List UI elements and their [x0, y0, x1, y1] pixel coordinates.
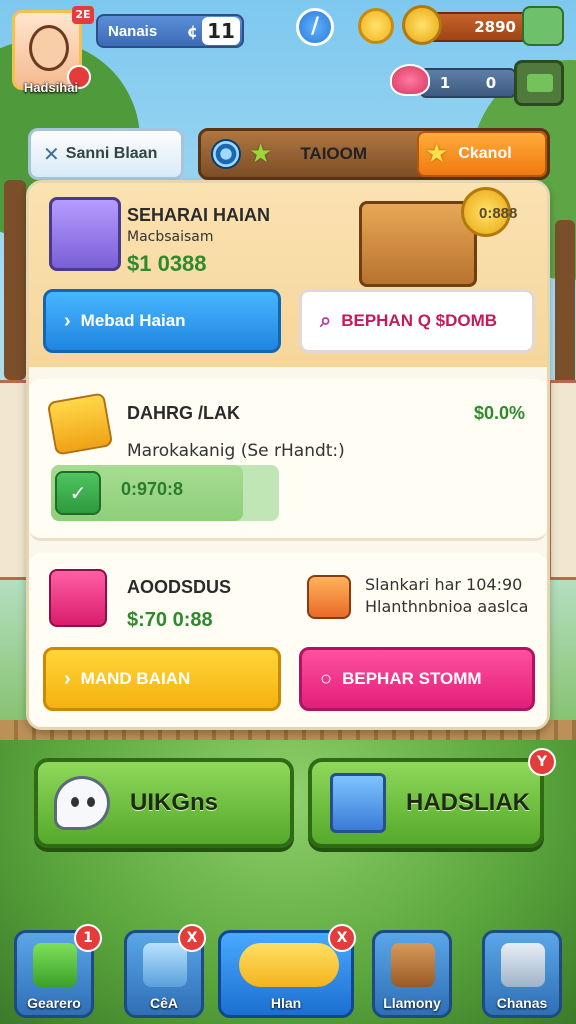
player-name-bar[interactable]: Nanais ¢ 11 — [96, 14, 244, 48]
tab-active[interactable]: ★ Ckanol — [417, 131, 547, 177]
mebad-haian-button[interactable]: › Mebad Haian — [43, 289, 281, 353]
card1-btn-secondary-label: BEPHAN Q $DOMB — [341, 311, 498, 330]
card1-title: SEHARAI HAIAN — [127, 205, 271, 225]
star-icon: ★ — [249, 139, 273, 169]
circle-icon: ○ — [320, 667, 333, 690]
job-card-3: AOODSDUS $:70 0:88 Slankari har 104:90 H… — [29, 553, 547, 727]
target-icon[interactable] — [211, 139, 241, 169]
nav-label-1: CêA — [149, 995, 178, 1011]
tab-active-label: Ckanol — [458, 145, 512, 162]
toolkit-icon — [330, 773, 386, 833]
gem-count-right: 0 — [485, 74, 497, 92]
job-card-1: SEHARAI HAIAN Macbsaisam $1 0388 0:888 ›… — [29, 183, 547, 367]
nav-badge-1: X — [178, 924, 206, 952]
card3-info-line1: Slankari har 104:90 — [365, 575, 523, 594]
card2-money: $0.0% — [473, 403, 525, 423]
pen-icon — [33, 943, 77, 987]
ghost-chat-icon — [54, 776, 110, 830]
avatar-face — [29, 25, 69, 71]
treasure-crate-icon — [359, 201, 477, 287]
wrench-icon — [501, 943, 545, 987]
progress-value: 0:970:8 — [121, 479, 184, 499]
hadsliak-notification-badge: Y — [528, 748, 556, 776]
job-panel: SEHARAI HAIAN Macbsaisam $1 0388 0:888 ›… — [26, 180, 550, 730]
bephar-stomm-button[interactable]: ○ BEPHAR STOMM — [299, 647, 535, 711]
check-icon: ✓ — [55, 471, 101, 515]
card1-money: $1 0388 — [127, 251, 207, 276]
map-tile-icon — [143, 943, 187, 987]
hadsliak-button[interactable]: HADSLIAK — [308, 758, 544, 848]
gold-star-icon: ★ — [425, 139, 449, 169]
gem-count-left: 1 — [439, 74, 451, 92]
hadsliak-label: HADSLIAK — [406, 789, 530, 816]
bephan-button[interactable]: ⌕ BEPHAN Q $DOMB — [299, 289, 535, 353]
card3-info-line2: Hlanthnbnioa aaslca — [365, 597, 529, 616]
card2-title: DAHRG /LAK — [127, 403, 240, 423]
coin-counter: 2890 — [428, 12, 528, 42]
mand-baian-button[interactable]: › MAND BAIAN — [43, 647, 281, 711]
character-icon — [49, 197, 121, 271]
card3-btn-secondary-label: BEPHAR STOMM — [342, 669, 482, 688]
house-right — [548, 380, 576, 580]
nav-badge-2: X — [328, 924, 356, 952]
crate-icon — [391, 943, 435, 987]
job-card-2: DAHRG /LAK $0.0% Marokakanig (Se rHandt:… — [29, 379, 547, 541]
card3-money: $:70 0:88 — [127, 609, 213, 631]
chevron-icon: › — [64, 667, 71, 690]
uikgns-label: UIKGns — [130, 789, 219, 816]
display-name: Nanais — [108, 22, 158, 40]
star-badge-icon — [46, 392, 114, 456]
map-icon[interactable] — [522, 6, 564, 46]
nav-label-3: Llamony — [383, 995, 441, 1011]
cash-card-icon — [49, 569, 107, 627]
lightning-icon[interactable] — [358, 8, 394, 44]
close-icon: ✕ — [43, 142, 60, 166]
nav-item-llamony[interactable]: Llamony — [372, 930, 452, 1018]
tab-back-label: Sanni Blaan — [65, 145, 158, 162]
card1-btn-primary-label: Mebad Haian — [80, 311, 186, 330]
nav-label-0: Gearero — [27, 995, 81, 1011]
tab-back[interactable]: ✕ Sanni Blaan — [28, 128, 184, 180]
pencil-icon[interactable] — [296, 8, 334, 46]
card1-subtitle: Macbsaisam — [127, 229, 214, 245]
nav-item-chanas[interactable]: Chanas — [482, 930, 562, 1018]
gem-counter: 1 0 — [420, 68, 516, 98]
card3-title: AOODSDUS — [127, 577, 232, 597]
level-badge: 2E — [72, 6, 94, 24]
chevron-icon: › — [64, 309, 71, 332]
card2-progress: ✓ 0:970:8 — [51, 465, 279, 521]
gem-icon — [390, 64, 430, 96]
cash-icon[interactable] — [514, 60, 564, 106]
coin-value: 0:888 — [479, 205, 518, 222]
gift-box-icon — [307, 575, 351, 619]
card2-description: Marokakanig (Se rHandt:) — [127, 441, 345, 461]
banana-plane-icon — [239, 943, 339, 987]
tree-trunk-left — [4, 180, 26, 380]
tree-trunk-right — [555, 220, 575, 400]
player-avatar[interactable]: Hadsihai — [12, 10, 91, 95]
rank-value: 11 — [202, 17, 240, 45]
player-name: Hadsihai — [23, 80, 79, 95]
uikgns-button[interactable]: UIKGns — [34, 758, 294, 848]
search-icon: ⌕ — [320, 309, 332, 332]
tab-bar: ★ TAIOOM ★ Ckanol — [198, 128, 550, 180]
tab-middle-label[interactable]: TAIOOM — [300, 144, 367, 164]
coin-icon — [402, 5, 442, 45]
currency-symbol: ¢ — [186, 21, 198, 41]
nav-label-2: Hlan — [270, 995, 302, 1011]
card3-btn-primary-label: MAND BAIAN — [80, 669, 191, 688]
nav-badge-0: 1 — [74, 924, 102, 952]
nav-label-4: Chanas — [496, 995, 548, 1011]
